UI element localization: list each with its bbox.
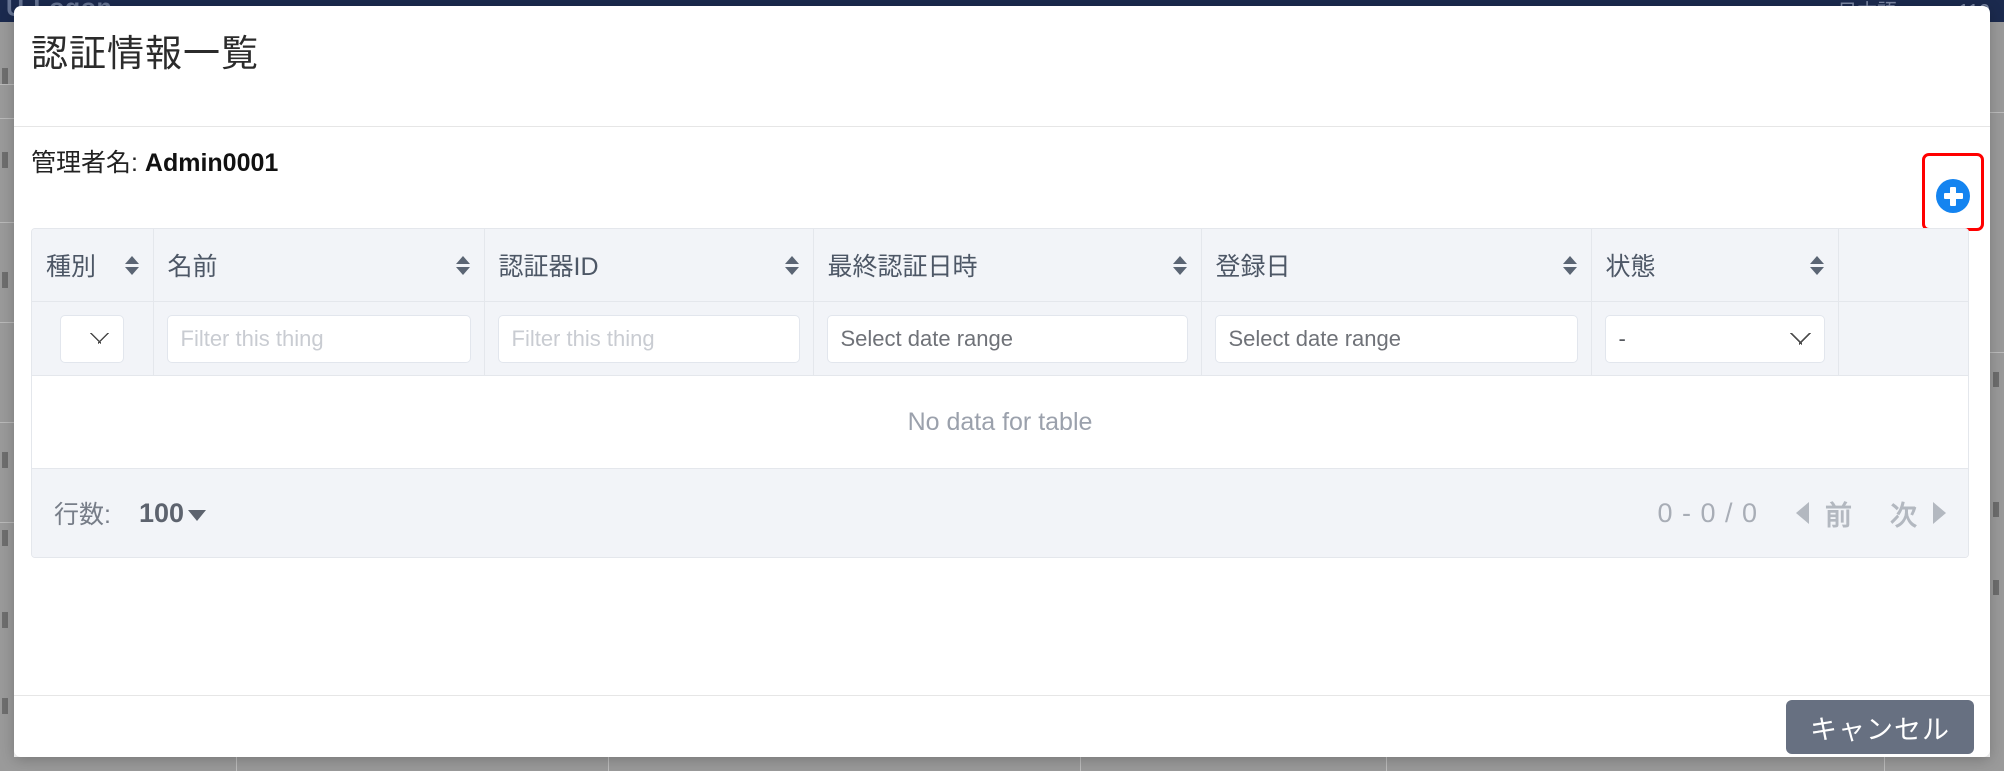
- next-page-button[interactable]: 次: [1890, 494, 1946, 533]
- column-header-authenticator-id[interactable]: 認証器ID: [484, 229, 814, 302]
- previous-page-label: 前: [1825, 500, 1852, 531]
- filter-registration-daterange-input[interactable]: [1214, 314, 1578, 363]
- previous-page-button[interactable]: 前: [1796, 494, 1852, 533]
- background-bottom-bar: [0, 757, 2004, 771]
- screen: U-Logon 日本語 ▼ v110: [0, 0, 2004, 771]
- rows-per-page-label: 行数:: [54, 501, 111, 529]
- admin-name-row: 管理者名: Admin0001: [31, 143, 278, 179]
- chevron-down-icon: [188, 509, 207, 521]
- cancel-button[interactable]: キャンセル: [1786, 700, 1974, 754]
- sort-icon[interactable]: [1172, 255, 1187, 275]
- chevron-left-icon: [1796, 502, 1809, 524]
- table-row-empty: No data for table: [32, 375, 1968, 469]
- column-header-actions: [1838, 229, 1968, 302]
- next-page-label: 次: [1890, 500, 1917, 531]
- credential-list-modal: 認証情報一覧 管理者名: Admin0001 種別 名前 認証器ID 最終認証日…: [14, 6, 1990, 757]
- filter-cell-status: -: [1591, 301, 1839, 376]
- background-left-content: [0, 22, 14, 771]
- filter-cell-authenticator-id: [484, 301, 814, 376]
- empty-state-message: No data for table: [32, 375, 1968, 469]
- pagination-group: 0 - 0 / 0 前 次: [1657, 494, 1946, 533]
- admin-name-value: Admin0001: [144, 149, 279, 177]
- modal-header: 認証情報一覧: [14, 6, 1990, 127]
- column-header-type[interactable]: 種別: [32, 229, 154, 302]
- column-header-last-auth-datetime[interactable]: 最終認証日時: [813, 229, 1202, 302]
- modal-footer: キャンセル: [14, 695, 1990, 756]
- column-label: 登録日: [1215, 253, 1291, 281]
- credential-table: 種別 名前 認証器ID 最終認証日時 登録日 状態 Filter this th…: [31, 228, 1969, 558]
- filter-cell-last-auth-datetime: [813, 301, 1202, 376]
- modal-body: 管理者名: Admin0001 種別 名前 認証器ID 最終認証日時 登録日 状…: [14, 127, 1990, 695]
- column-header-status[interactable]: 状態: [1591, 229, 1839, 302]
- page-title: 認証情報一覧: [31, 33, 259, 74]
- rows-per-page-select[interactable]: 100: [138, 497, 207, 529]
- sort-icon[interactable]: [784, 255, 799, 275]
- sort-icon[interactable]: [124, 255, 139, 275]
- rows-per-page-group: 行数: 100: [54, 495, 207, 531]
- background-right-content: [1990, 22, 2004, 771]
- filter-cell-name: [153, 301, 485, 376]
- column-header-name[interactable]: 名前: [153, 229, 485, 302]
- table-body: No data for table: [32, 375, 1968, 469]
- table-header-row: 種別 名前 認証器ID 最終認証日時 登録日 状態: [32, 229, 1968, 302]
- sort-icon[interactable]: [1809, 255, 1824, 275]
- table-footer: 行数: 100 0 - 0 / 0 前 次: [32, 469, 1968, 557]
- filter-cell-type: [32, 301, 154, 376]
- add-credential-button[interactable]: [1936, 179, 1970, 213]
- admin-name-label: 管理者名:: [31, 149, 138, 177]
- table-filter-row: -: [32, 301, 1968, 376]
- filter-name-input[interactable]: [166, 314, 471, 363]
- filter-last-auth-daterange-input[interactable]: [826, 314, 1188, 363]
- filter-cell-registration-date: [1201, 301, 1592, 376]
- column-label: 名前: [167, 253, 218, 281]
- column-label: 状態: [1605, 253, 1656, 281]
- rows-per-page-value: 100: [138, 497, 185, 528]
- filter-type-select[interactable]: [60, 314, 125, 363]
- filter-authenticator-id-input[interactable]: [497, 314, 800, 363]
- plus-icon-vertical: [1950, 186, 1956, 206]
- chevron-right-icon: [1933, 502, 1946, 524]
- sort-icon[interactable]: [455, 255, 470, 275]
- column-header-registration-date[interactable]: 登録日: [1201, 229, 1592, 302]
- column-label: 最終認証日時: [827, 253, 978, 281]
- filter-cell-actions: [1838, 301, 1968, 376]
- filter-status-select[interactable]: -: [1604, 314, 1825, 363]
- column-label: 種別: [46, 253, 97, 281]
- pagination-range: 0 - 0 / 0: [1657, 497, 1758, 528]
- column-label: 認証器ID: [498, 253, 599, 281]
- sort-icon[interactable]: [1562, 255, 1577, 275]
